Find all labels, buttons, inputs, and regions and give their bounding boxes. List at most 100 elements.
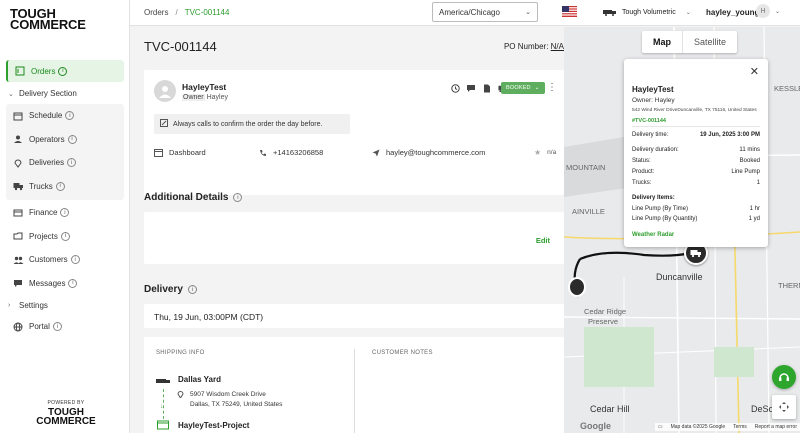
sidebar-item-customers[interactable]: Customers i <box>6 249 124 271</box>
map-pan-control[interactable] <box>772 395 796 419</box>
info-icon[interactable]: i <box>68 278 78 288</box>
info-icon[interactable]: i <box>67 134 77 144</box>
map-label: KESSLE <box>774 84 800 93</box>
headset-icon <box>779 373 789 381</box>
sidebar-item-portal[interactable]: Portal i <box>6 316 124 338</box>
report-map-error-link[interactable]: Report a map error <box>755 424 797 430</box>
username[interactable]: hayley_young <box>706 8 759 17</box>
map-label: Cedar Ridge <box>584 307 627 316</box>
shipping-card: SHIPPING INFO CUSTOMER NOTES Dallas Yard… <box>144 337 564 433</box>
map-tab[interactable]: Map <box>642 31 683 53</box>
location-pin-icon <box>12 157 24 169</box>
location-pin-icon <box>177 390 184 400</box>
company-switcher[interactable]: Tough Volumetric ⌄ <box>603 8 691 16</box>
chevron-down-icon: ⌄ <box>685 9 691 16</box>
calendar-icon <box>12 110 24 122</box>
avatar[interactable]: H <box>756 4 770 18</box>
contact-note: Always calls to confirm the order the da… <box>154 114 350 134</box>
info-icon[interactable]: i <box>65 111 75 120</box>
powered-by: POWERED BY TOUGH COMMERCE <box>36 400 96 427</box>
popup-item: Line Pump (By Time) 1 hr <box>632 206 760 212</box>
contact-source: Dashboard <box>154 148 206 157</box>
popup-order-link[interactable]: #TVC-001144 <box>632 118 666 124</box>
sidebar-item-projects[interactable]: Projects i <box>6 225 124 247</box>
popup-row: Delivery duration: 11 mins <box>632 147 760 153</box>
customers-icon <box>12 254 24 266</box>
chevron-down-icon: ⌄ <box>534 85 540 91</box>
map-label: THERN <box>778 281 800 290</box>
messages-icon <box>12 277 24 289</box>
terms-link[interactable]: Terms <box>733 424 747 430</box>
project-site-icon <box>157 420 169 432</box>
origin-address-line2: Dallas, TX 75249, United States <box>190 401 283 408</box>
delivery-date-card: Thu, 19 Jun, 03:00PM (CDT) <box>144 304 564 328</box>
us-flag-icon[interactable] <box>562 6 577 17</box>
chevron-down-icon[interactable]: ⌄ <box>775 8 780 15</box>
contact-phone[interactable]: +14163206858 <box>259 148 323 157</box>
chevron-down-icon: ⌄ <box>8 90 14 98</box>
more-options-icon[interactable]: ⋮ <box>547 82 557 93</box>
info-icon[interactable]: i <box>58 66 68 76</box>
info-icon[interactable]: i <box>67 158 77 167</box>
chevron-down-icon: ⌄ <box>525 9 531 16</box>
customer-notes-label: CUSTOMER NOTES <box>372 350 433 356</box>
phone-icon <box>259 149 267 157</box>
chat-icon[interactable] <box>466 83 476 93</box>
weather-radar-link[interactable]: Weather Radar <box>632 232 760 238</box>
info-icon[interactable]: i <box>60 208 70 217</box>
breadcrumb-current: TVC-001144 <box>184 8 230 17</box>
map-label: MOUNTAIN <box>566 163 606 172</box>
po-number-link[interactable]: N/A <box>551 42 564 51</box>
close-icon[interactable]: ✕ <box>750 65 759 78</box>
info-icon[interactable]: i <box>233 193 243 202</box>
contact-name: HayleyTest <box>182 82 227 92</box>
contact-email[interactable]: hayley@toughcommerce.com <box>372 148 485 157</box>
keyboard-icon[interactable]: ▭ <box>658 424 663 430</box>
history-icon[interactable] <box>450 83 460 93</box>
popup-row: Status: Booked <box>632 158 760 164</box>
info-icon[interactable]: i <box>52 322 62 331</box>
map-panel[interactable]: Map Satellite MOUNTAIN AINVILLE Duncanvi… <box>564 27 800 433</box>
info-icon[interactable]: i <box>60 231 70 241</box>
breadcrumb-separator: / <box>175 8 178 17</box>
info-icon[interactable]: i <box>187 285 197 294</box>
shipping-info-label: SHIPPING INFO <box>156 350 205 356</box>
additional-details-title: Additional Details i <box>144 192 243 203</box>
breadcrumb-orders-link[interactable]: Orders <box>144 8 168 17</box>
popup-row: Trucks: 1 <box>632 180 760 186</box>
popup-divider <box>632 126 760 127</box>
sidebar-item-deliveries[interactable]: Deliveries i <box>6 152 124 174</box>
status-badge[interactable]: BOOKED ⌄ <box>501 82 545 94</box>
sidebar: TOUGH COMMERCE Orders i ⌄ Delivery Secti… <box>0 0 130 433</box>
sidebar-item-schedule[interactable]: Schedule i <box>6 105 124 127</box>
truck-icon <box>690 250 701 258</box>
info-icon[interactable]: i <box>55 181 65 191</box>
settings-section-toggle[interactable]: › Settings <box>6 296 124 316</box>
sidebar-item-messages[interactable]: Messages i <box>6 272 124 294</box>
sidebar-item-operators[interactable]: Operators i <box>6 128 124 150</box>
note-icon <box>160 119 168 129</box>
map-label: Preserve <box>588 317 619 326</box>
satellite-tab[interactable]: Satellite <box>683 31 737 53</box>
info-icon[interactable]: i <box>70 255 80 264</box>
timezone-select[interactable]: America/Chicago ⌄ <box>432 2 538 22</box>
edit-button[interactable]: Edit <box>536 236 550 245</box>
arrow-down-icon: ↓ <box>160 403 164 410</box>
chevron-right-icon: › <box>8 302 11 309</box>
support-headset-button[interactable] <box>772 365 796 389</box>
page-title: TVC-001144 <box>144 39 217 54</box>
map-label: AINVILLE <box>572 207 605 216</box>
map-label: Duncanville <box>656 272 703 282</box>
breadcrumb: Orders / TVC-001144 <box>144 8 229 17</box>
move-arrows-icon <box>779 402 789 412</box>
truck-location-marker[interactable] <box>568 277 586 297</box>
sidebar-item-orders[interactable]: Orders i <box>6 60 124 82</box>
sidebar-item-trucks[interactable]: Trucks i <box>6 175 124 197</box>
map-info-popup: ✕ HayleyTest Owner: Hayley 542 Wind Rive… <box>624 59 768 247</box>
delivery-section-toggle[interactable]: ⌄ Delivery Section <box>6 84 124 104</box>
sidebar-item-finance[interactable]: Finance i <box>6 202 124 224</box>
popup-row: Product: Line Pump <box>632 169 760 175</box>
document-icon[interactable] <box>482 83 492 93</box>
tough-commerce-logo[interactable]: TOUGH COMMERCE <box>10 7 122 31</box>
star-icon: ★ <box>534 148 542 157</box>
